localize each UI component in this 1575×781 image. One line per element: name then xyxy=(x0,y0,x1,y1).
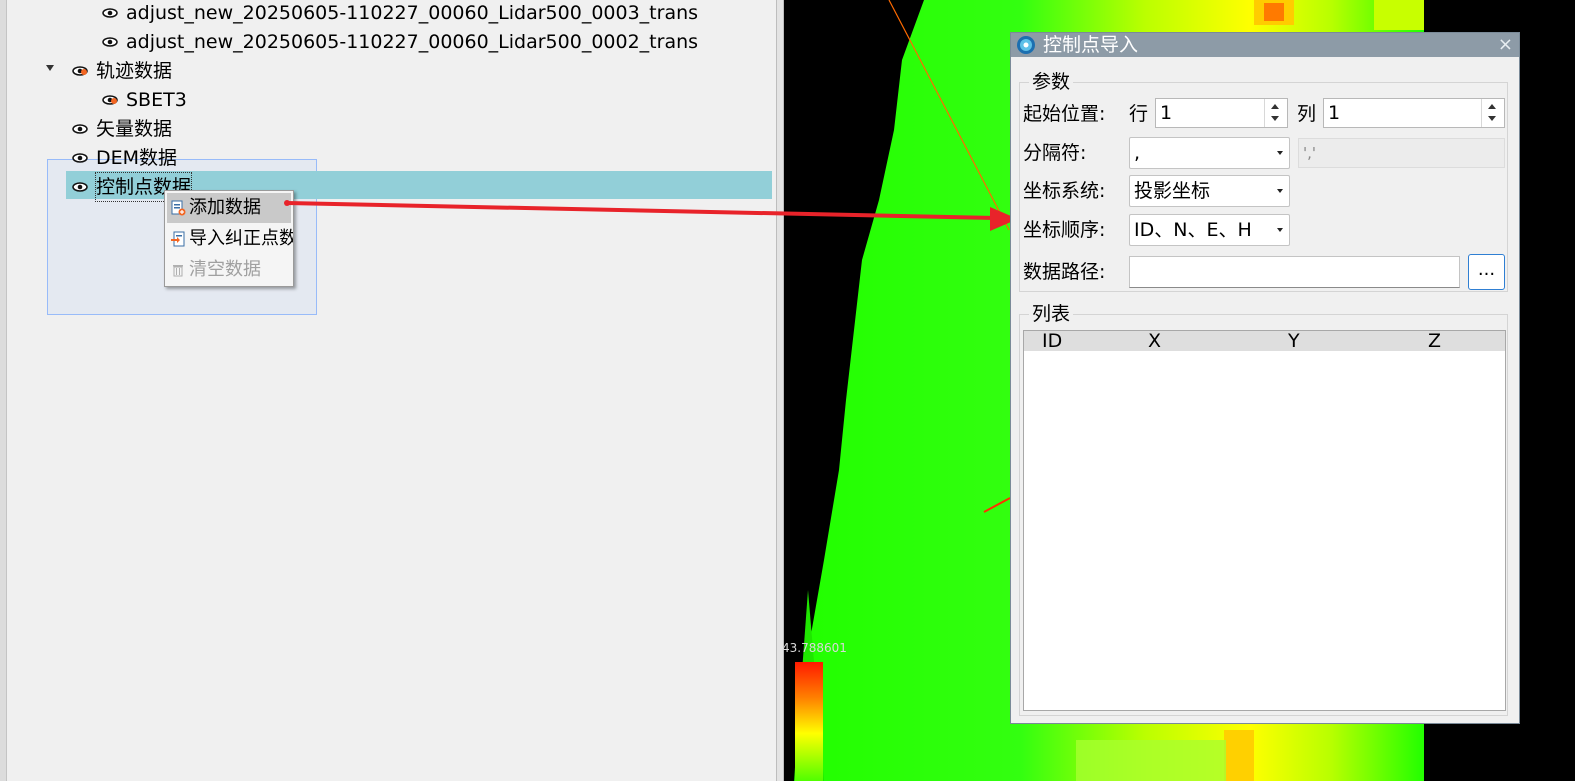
coord-system-label: 坐标系统: xyxy=(1023,180,1106,202)
start-position-label: 起始位置: xyxy=(1023,103,1106,125)
dialog-title-bar[interactable]: 控制点导入 × xyxy=(1011,33,1519,57)
chevron-down-icon xyxy=(1277,228,1283,232)
chevron-down-icon xyxy=(1277,151,1283,155)
start-row-value: 1 xyxy=(1160,102,1173,124)
browse-button[interactable]: ... xyxy=(1468,254,1505,290)
close-icon[interactable]: × xyxy=(1498,33,1513,57)
spin-down-icon[interactable] xyxy=(1488,116,1496,121)
params-group-title: 参数 xyxy=(1029,71,1074,93)
separator-preview: ',' xyxy=(1298,138,1505,168)
chevron-down-icon xyxy=(1277,189,1283,193)
table-header: ID X Y Z xyxy=(1024,329,1505,353)
list-group-title: 列表 xyxy=(1029,303,1074,325)
separator-value: , xyxy=(1134,142,1141,164)
row-label: 行 xyxy=(1129,103,1149,125)
app-logo-icon xyxy=(1017,36,1035,54)
spin-arrows[interactable] xyxy=(1481,99,1504,127)
col-label: 列 xyxy=(1297,103,1317,125)
data-path-input[interactable] xyxy=(1129,256,1460,288)
start-col-spinbox[interactable]: 1 xyxy=(1323,98,1505,128)
data-path-label: 数据路径: xyxy=(1023,261,1106,283)
spin-down-icon[interactable] xyxy=(1271,116,1279,121)
dialog-title: 控制点导入 xyxy=(1043,34,1139,56)
coord-order-select[interactable]: ID、N、E、H xyxy=(1129,214,1290,246)
column-header-z[interactable]: Z xyxy=(1428,329,1441,353)
spin-arrows[interactable] xyxy=(1264,99,1287,127)
coord-order-value: ID、N、E、H xyxy=(1134,219,1252,241)
coord-system-select[interactable]: 投影坐标 xyxy=(1129,175,1290,207)
column-header-id[interactable]: ID xyxy=(1042,329,1062,353)
spin-up-icon[interactable] xyxy=(1271,104,1279,109)
start-col-value: 1 xyxy=(1328,102,1341,124)
start-row-spinbox[interactable]: 1 xyxy=(1155,98,1288,128)
column-header-x[interactable]: X xyxy=(1148,329,1161,353)
column-header-y[interactable]: Y xyxy=(1288,329,1300,353)
control-point-table[interactable]: ID X Y Z xyxy=(1023,330,1506,711)
separator-label: 分隔符: xyxy=(1023,142,1087,164)
coord-order-label: 坐标顺序: xyxy=(1023,219,1106,241)
spin-up-icon[interactable] xyxy=(1488,104,1496,109)
coord-system-value: 投影坐标 xyxy=(1134,180,1211,202)
separator-select[interactable]: , xyxy=(1129,137,1290,169)
